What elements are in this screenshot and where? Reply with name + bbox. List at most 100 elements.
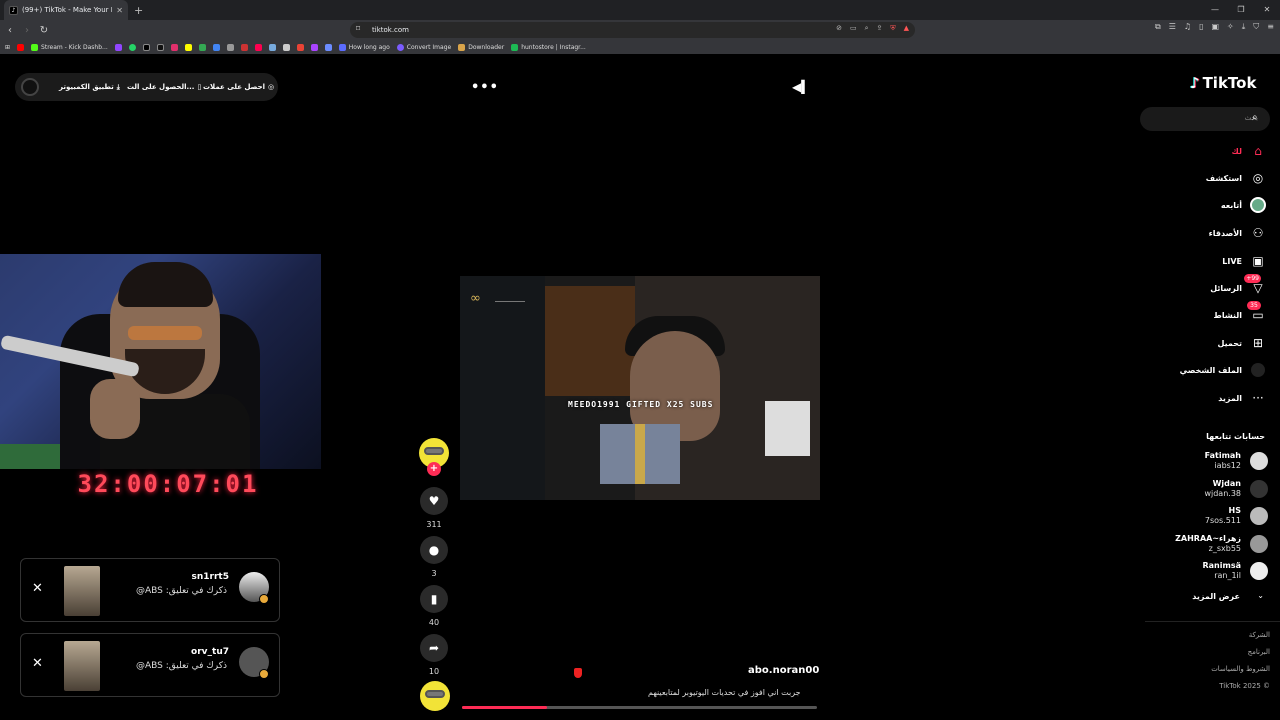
nav-more[interactable]: المزيد ··· xyxy=(1140,386,1280,410)
download-icon[interactable]: ⤓ xyxy=(1242,22,1246,32)
get-coins-button[interactable]: احصل على عملات ◎ xyxy=(203,83,274,91)
bookmark-icon[interactable]: ⌑ xyxy=(356,24,360,33)
see-more-link[interactable]: عرض المزيد xyxy=(1192,592,1240,601)
bookmark-item[interactable]: How long ago xyxy=(338,43,390,51)
close-window-icon[interactable]: ✕ xyxy=(1254,0,1280,20)
bookmark-item-icon[interactable] xyxy=(282,43,290,51)
apps-icon[interactable]: ⊞ xyxy=(5,44,10,51)
following-account[interactable]: Fatimah iabs12 xyxy=(1140,448,1280,474)
following-account[interactable]: Ranimsä ran_1il xyxy=(1140,558,1280,584)
mention-notification[interactable]: ✕ sn1rrt5 ذكرك في تعليق: ABS@ xyxy=(20,558,280,622)
nav-profile[interactable]: الملف الشخصي xyxy=(1140,358,1280,382)
volume-icon[interactable]: ◀▍ xyxy=(792,80,810,94)
maximize-icon[interactable]: ❐ xyxy=(1228,0,1254,20)
close-icon[interactable]: ✕ xyxy=(32,581,43,596)
video-thumbnail xyxy=(64,641,100,691)
save-button[interactable]: ▮ xyxy=(420,585,448,613)
nav-explore[interactable]: استكشف ◎ xyxy=(1140,166,1280,190)
search-icon[interactable]: ⌕ xyxy=(1252,112,1258,123)
wallet-icon[interactable]: ▣ xyxy=(1211,22,1219,32)
bookmark-item-icon[interactable] xyxy=(254,43,262,51)
compass-icon: ◎ xyxy=(1252,171,1264,185)
tab-search-icon[interactable]: ☰ xyxy=(1169,22,1176,32)
back-icon[interactable]: ‹ xyxy=(3,25,17,36)
following-account[interactable]: ZAHRAA~زهراء z_sxb55 xyxy=(1140,531,1280,557)
vpn-icon[interactable]: ⛉ xyxy=(1253,22,1259,32)
camera-off-icon[interactable]: ⊘ xyxy=(836,24,842,33)
bookmark-item[interactable]: Downloader xyxy=(458,43,504,51)
following-account[interactable]: Wjdan wjdan.38 xyxy=(1140,476,1280,502)
share-icon[interactable]: ⇪ xyxy=(876,24,882,33)
desktop-app-button[interactable]: تطبيق الكمبيوتر ⤓ xyxy=(59,83,120,92)
url-field[interactable]: ⌑ tiktok.com ⊘ ▭ ⌕ ⇪ ⛨ ▲ xyxy=(350,22,915,38)
chevron-down-icon[interactable]: ⌄ xyxy=(1257,591,1264,600)
alert-icon[interactable]: ▲ xyxy=(904,24,909,33)
bookmark-item[interactable]: Stream - Kick Dashb... xyxy=(31,43,108,51)
mention-notification[interactable]: ✕ orv_tu7 ذكرك في تعليق: ABS@ xyxy=(20,633,280,697)
share-button[interactable]: ➦ xyxy=(420,634,448,662)
bookmark-twitch-icon[interactable] xyxy=(114,43,122,51)
bookmark-tiktok-icon[interactable] xyxy=(156,43,164,51)
forward-icon[interactable]: › xyxy=(20,25,34,36)
bookmark-item-icon[interactable] xyxy=(226,43,234,51)
bookmark-translate-icon[interactable] xyxy=(212,43,220,51)
bookmarks-bar: ⊞ Stream - Kick Dashb... How long ago Co… xyxy=(0,40,1280,54)
footer-link[interactable]: الشروط والسياسات xyxy=(1211,665,1270,673)
follow-plus-icon[interactable]: + xyxy=(427,462,441,476)
sound-avatar[interactable] xyxy=(420,681,450,711)
video-progress-bar[interactable] xyxy=(462,706,817,709)
nav-activity[interactable]: النشاط ▭ 35 xyxy=(1140,301,1280,327)
media-icon[interactable]: ♫ xyxy=(1184,22,1191,32)
footer-link[interactable]: البرنامج xyxy=(1248,648,1270,656)
get-app-button[interactable]: الحصول على الت... ▯ xyxy=(127,83,201,91)
close-icon[interactable]: ✕ xyxy=(32,656,43,671)
video-author[interactable]: abo.noran00 xyxy=(748,665,819,676)
bookmark-item-icon[interactable] xyxy=(268,43,276,51)
user-avatar[interactable] xyxy=(21,78,39,96)
bookmark-item[interactable]: Convert Image xyxy=(396,43,451,51)
video-player[interactable]: ∞ MEEDO1991 GIFTED X25 SUBS xyxy=(460,276,820,500)
bookmark-youtube[interactable] xyxy=(17,43,25,51)
sidebar-icon[interactable]: ▯ xyxy=(1199,22,1203,32)
nav-messages[interactable]: الرسائل ▽ +99 xyxy=(1140,274,1280,300)
bookmark-x-icon[interactable] xyxy=(142,43,150,51)
shield-icon[interactable]: ⛨ xyxy=(890,24,895,33)
video-description: جربت اني افوز في تحديات اليوتيوبر لمتابع… xyxy=(648,688,801,697)
bookmark-item-icon[interactable] xyxy=(240,43,248,51)
tiktok-logo[interactable]: ♪ TikTok xyxy=(1190,74,1256,92)
bookmark-snapchat-icon[interactable] xyxy=(184,43,192,51)
extension-icon[interactable]: ⧉ xyxy=(1155,22,1161,32)
following-account[interactable]: HS 7sos.511 xyxy=(1140,503,1280,529)
like-button[interactable]: ♥ xyxy=(420,487,448,515)
sidebar-divider xyxy=(1145,621,1280,622)
nav-friends[interactable]: الأصدقاء ⚇ xyxy=(1140,221,1280,245)
bookmark-instagram-icon[interactable] xyxy=(170,43,178,51)
leo-icon[interactable]: ✧ xyxy=(1227,22,1234,32)
countdown-timer: 32:00:07:01 xyxy=(77,470,259,498)
footer-link[interactable]: الشركة xyxy=(1249,631,1270,639)
bookmark-drive-icon[interactable] xyxy=(198,43,206,51)
nav-for-you[interactable]: لك ⌂ xyxy=(1140,139,1280,163)
reload-icon[interactable]: ↻ xyxy=(37,25,51,36)
minimize-icon[interactable]: — xyxy=(1202,0,1228,20)
cast-icon[interactable]: ▭ xyxy=(850,24,857,33)
browser-tab[interactable]: ♪ (99+) TikTok - Make Your Day ✕ xyxy=(4,0,128,20)
bookmark-item-icon[interactable] xyxy=(310,43,318,51)
nav-following[interactable]: أتابعه xyxy=(1140,193,1280,217)
nav-live[interactable]: LIVE ▣ xyxy=(1140,249,1280,273)
comment-button[interactable]: ● xyxy=(420,536,448,564)
nav-upload[interactable]: تحميل ⊞ xyxy=(1140,331,1280,355)
new-tab-icon[interactable]: + xyxy=(134,4,143,17)
bookmark-whatsapp-icon[interactable] xyxy=(128,43,136,51)
zoom-icon[interactable]: ⌕ xyxy=(865,24,869,33)
browser-tab-bar: ♪ (99+) TikTok - Make Your Day ✕ + — ❐ ✕ xyxy=(0,0,1280,20)
bookmark-item-icon[interactable] xyxy=(296,43,304,51)
bookmark-item-icon[interactable] xyxy=(324,43,332,51)
menu-icon[interactable]: ≡ xyxy=(1267,22,1274,32)
search-input[interactable]: بحث ⌕ xyxy=(1140,107,1270,131)
activity-icon: ▭ 35 xyxy=(1247,301,1266,323)
bookmark-item[interactable]: huntostore | Instagr... xyxy=(511,43,586,51)
tab-close-icon[interactable]: ✕ xyxy=(116,6,123,15)
more-options-icon[interactable]: ••• xyxy=(471,80,499,95)
heart-icon: ♥ xyxy=(428,494,440,508)
